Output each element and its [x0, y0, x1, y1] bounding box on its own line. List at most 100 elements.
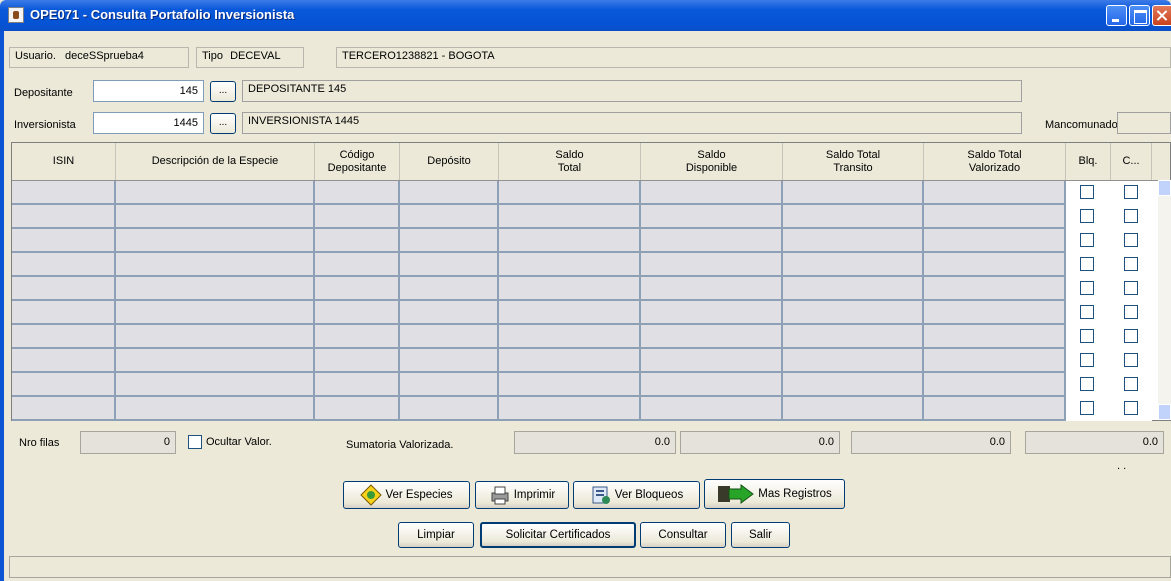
title-bar[interactable]: OPE071 - Consulta Portafolio Inversionis… [0, 0, 1171, 31]
c-checkbox[interactable] [1124, 305, 1138, 319]
table-cell[interactable] [400, 253, 499, 277]
table-cell[interactable] [924, 325, 1066, 349]
c-checkbox[interactable] [1124, 281, 1138, 295]
table-cell[interactable] [499, 325, 641, 349]
scroll-down-arrow-icon[interactable] [1158, 404, 1171, 420]
ver-bloqueos-button[interactable]: Ver Bloqueos [573, 481, 700, 509]
table-cell[interactable] [499, 253, 641, 277]
table-cell[interactable] [499, 205, 641, 229]
table-row[interactable] [12, 205, 1170, 229]
table-cell[interactable] [641, 229, 783, 253]
mas-registros-button[interactable]: Mas Registros [704, 479, 845, 509]
table-cell[interactable] [400, 229, 499, 253]
table-cell[interactable] [116, 205, 315, 229]
table-cell[interactable] [924, 301, 1066, 325]
table-cell[interactable] [783, 397, 924, 421]
table-cell[interactable] [499, 181, 641, 205]
table-cell[interactable] [116, 277, 315, 301]
column-header[interactable]: Saldo Total Transito [783, 143, 924, 180]
solicitar-certificados-button[interactable]: Solicitar Certificados [480, 522, 636, 548]
table-cell[interactable] [924, 397, 1066, 421]
table-row[interactable] [12, 349, 1170, 373]
salir-button[interactable]: Salir [731, 522, 790, 548]
blq-checkbox[interactable] [1080, 281, 1094, 295]
c-checkbox[interactable] [1124, 209, 1138, 223]
table-cell[interactable] [499, 397, 641, 421]
table-cell[interactable] [924, 349, 1066, 373]
table-cell[interactable] [641, 397, 783, 421]
table-cell[interactable] [499, 229, 641, 253]
table-cell[interactable] [783, 373, 924, 397]
table-cell[interactable] [400, 373, 499, 397]
table-cell[interactable] [12, 397, 116, 421]
table-row[interactable] [12, 373, 1170, 397]
blq-checkbox[interactable] [1080, 329, 1094, 343]
consultar-button[interactable]: Consultar [640, 522, 726, 548]
table-cell[interactable] [12, 181, 116, 205]
table-cell[interactable] [116, 181, 315, 205]
ver-especies-button[interactable]: Ver Especies [343, 481, 470, 509]
inversionista-lookup-button[interactable]: ... [210, 113, 236, 134]
table-cell[interactable] [400, 277, 499, 301]
ocultar-valor-checkbox[interactable] [188, 435, 202, 449]
column-header[interactable]: Depósito [400, 143, 499, 180]
table-cell[interactable] [641, 181, 783, 205]
depositante-code-input[interactable] [93, 80, 204, 102]
table-cell[interactable] [400, 397, 499, 421]
table-cell[interactable] [783, 325, 924, 349]
table-cell[interactable] [12, 253, 116, 277]
table-cell[interactable] [315, 373, 400, 397]
table-cell[interactable] [641, 205, 783, 229]
table-cell[interactable] [783, 229, 924, 253]
table-cell[interactable] [116, 397, 315, 421]
column-header[interactable]: Saldo Total Valorizado [924, 143, 1066, 180]
blq-checkbox[interactable] [1080, 353, 1094, 367]
column-header[interactable]: Saldo Total [499, 143, 641, 180]
inversionista-code-input[interactable] [93, 112, 204, 134]
table-cell[interactable] [12, 373, 116, 397]
table-cell[interactable] [783, 301, 924, 325]
table-row[interactable] [12, 397, 1170, 421]
c-checkbox[interactable] [1124, 185, 1138, 199]
table-cell[interactable] [400, 349, 499, 373]
table-cell[interactable] [641, 373, 783, 397]
c-checkbox[interactable] [1124, 257, 1138, 271]
table-cell[interactable] [315, 277, 400, 301]
column-header[interactable]: Código Depositante [315, 143, 400, 180]
table-cell[interactable] [116, 301, 315, 325]
table-cell[interactable] [12, 229, 116, 253]
minimize-button[interactable] [1106, 5, 1127, 26]
table-row[interactable] [12, 253, 1170, 277]
table-cell[interactable] [641, 253, 783, 277]
table-cell[interactable] [116, 349, 315, 373]
limpiar-button[interactable]: Limpiar [398, 522, 474, 548]
table-cell[interactable] [783, 253, 924, 277]
close-button[interactable] [1152, 5, 1171, 26]
table-vertical-scrollbar[interactable] [1158, 180, 1171, 420]
table-cell[interactable] [924, 205, 1066, 229]
table-cell[interactable] [400, 325, 499, 349]
table-cell[interactable] [400, 205, 499, 229]
table-cell[interactable] [116, 229, 315, 253]
table-row[interactable] [12, 229, 1170, 253]
table-cell[interactable] [315, 229, 400, 253]
table-cell[interactable] [315, 253, 400, 277]
table-row[interactable] [12, 277, 1170, 301]
c-checkbox[interactable] [1124, 377, 1138, 391]
table-cell[interactable] [924, 277, 1066, 301]
table-cell[interactable] [499, 373, 641, 397]
table-cell[interactable] [924, 229, 1066, 253]
table-cell[interactable] [315, 301, 400, 325]
table-cell[interactable] [783, 205, 924, 229]
table-cell[interactable] [315, 325, 400, 349]
scroll-up-arrow-icon[interactable] [1158, 180, 1171, 196]
blq-checkbox[interactable] [1080, 257, 1094, 271]
column-header[interactable]: C... [1111, 143, 1152, 180]
table-cell[interactable] [12, 325, 116, 349]
table-cell[interactable] [400, 181, 499, 205]
portfolio-table[interactable]: ISIN Descripción de la Especie Código Depo… [11, 142, 1171, 421]
maximize-button[interactable] [1129, 5, 1150, 26]
column-header[interactable]: ISIN [12, 143, 116, 180]
blq-checkbox[interactable] [1080, 305, 1094, 319]
table-cell[interactable] [12, 205, 116, 229]
